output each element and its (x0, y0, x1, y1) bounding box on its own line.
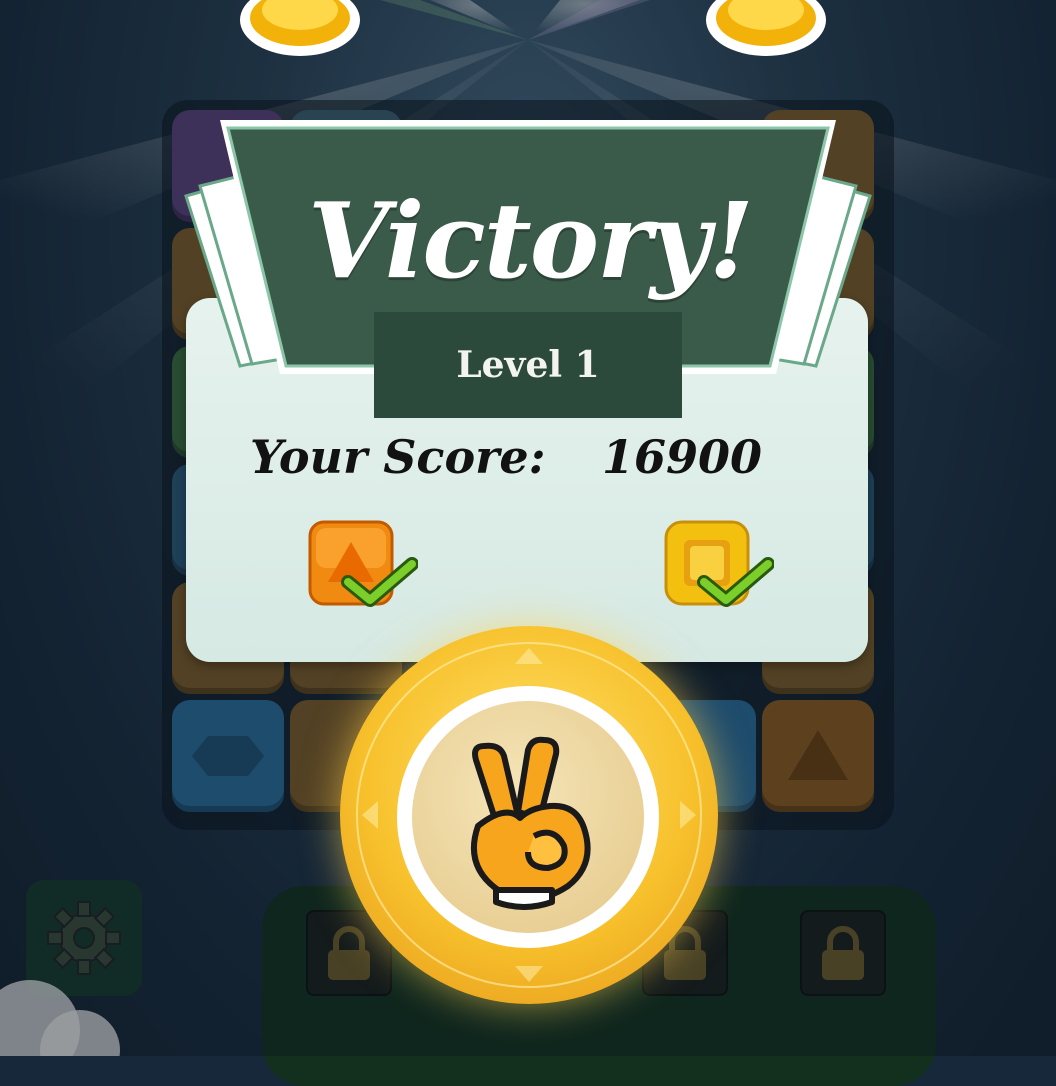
score-row: Your Score: 16900 (250, 430, 810, 494)
goal-yellow-square (664, 520, 774, 607)
score-label: Your Score: (250, 430, 546, 484)
peace-hand-icon (471, 736, 591, 910)
score-value: 16900 (602, 430, 763, 484)
goal-orange-triangle (308, 520, 418, 607)
coin-icon (706, 0, 826, 56)
level-label: Level 1 (456, 344, 600, 386)
level-plate: Level 1 (374, 312, 682, 418)
coin-icon (240, 0, 360, 56)
victory-title: Victory! (308, 178, 754, 302)
